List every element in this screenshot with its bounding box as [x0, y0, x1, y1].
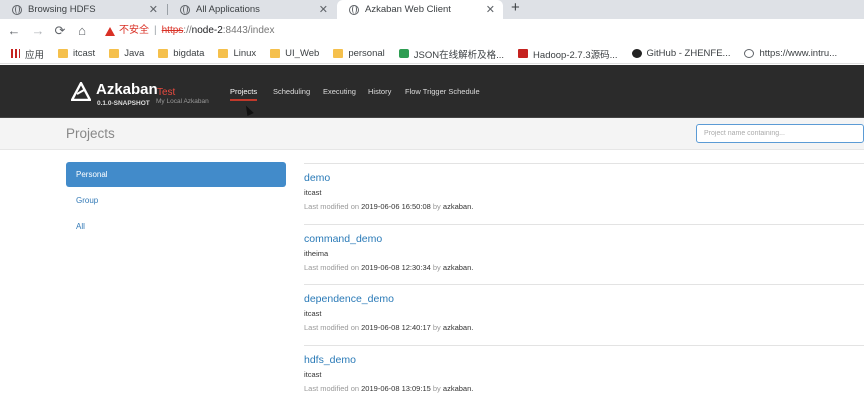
bookmark-intru[interactable]: https://www.intru...: [744, 48, 837, 59]
project-modified: Last modified on 2019-06-08 12:30:34 by …: [304, 263, 864, 272]
bookmark-java[interactable]: Java: [109, 48, 144, 59]
environment-label: Test: [157, 87, 175, 98]
apps-grid-icon: [11, 49, 20, 58]
tab-all-applications[interactable]: All Applications ✕: [168, 0, 336, 19]
project-modified: Last modified on 2019-06-08 13:09:15 by …: [304, 384, 864, 393]
project-modified: Last modified on 2019-06-06 16:50:08 by …: [304, 202, 864, 211]
bookmark-label: GitHub - ZHENFE...: [647, 48, 731, 59]
tab-azkaban-web-client[interactable]: Azkaban Web Client ✕: [337, 0, 503, 19]
version-label: 0.1.0-SNAPSHOT: [97, 100, 150, 107]
project-row: demo itcast Last modified on 2019-06-06 …: [304, 163, 864, 224]
globe-icon: [744, 49, 754, 58]
bookmark-itcast[interactable]: itcast: [58, 48, 95, 59]
url-scheme: https: [162, 21, 184, 41]
reload-icon[interactable]: ⟳: [52, 23, 68, 39]
project-name-link[interactable]: command_demo: [304, 233, 864, 246]
bookmark-label: JSON在线解析及格...: [414, 47, 504, 61]
project-row: dependence_demo itcast Last modified on …: [304, 284, 864, 345]
close-icon[interactable]: ✕: [319, 3, 328, 16]
bookmark-hadoop[interactable]: Hadoop-2.7.3源码...: [518, 47, 618, 61]
project-filter-list: Personal Group All: [66, 162, 286, 240]
filter-all[interactable]: All: [66, 214, 286, 239]
nav-executing[interactable]: Executing: [323, 87, 356, 96]
bookmark-label: 应用: [25, 47, 44, 61]
app-name[interactable]: Azkaban: [96, 81, 158, 98]
address-bar[interactable]: 不安全 | https :// node-2 :8443/index: [99, 21, 864, 41]
bookmark-label: Linux: [233, 48, 256, 59]
forward-arrow-icon[interactable]: →: [30, 23, 46, 39]
project-list: demo itcast Last modified on 2019-06-06 …: [304, 163, 864, 405]
tab-title: Azkaban Web Client: [365, 4, 451, 15]
folder-icon: [109, 49, 119, 58]
filter-group[interactable]: Group: [66, 188, 286, 213]
bookmark-label: https://www.intru...: [759, 48, 837, 59]
tab-title: Browsing HDFS: [28, 4, 96, 15]
bookmark-apps[interactable]: 应用: [11, 47, 44, 61]
url-separator: ://: [183, 21, 191, 41]
folder-icon: [270, 49, 280, 58]
project-modified: Last modified on 2019-06-08 12:40:17 by …: [304, 323, 864, 332]
browser-tab-strip: Browsing HDFS ✕ All Applications ✕ Azkab…: [0, 0, 864, 19]
bookmark-github[interactable]: GitHub - ZHENFE...: [632, 48, 731, 59]
globe-icon: [180, 5, 190, 15]
nav-projects[interactable]: Projects: [230, 87, 257, 101]
back-arrow-icon[interactable]: ←: [6, 23, 22, 39]
bookmark-label: bigdata: [173, 48, 204, 59]
project-name-link[interactable]: hdfs_demo: [304, 354, 864, 367]
project-search-input[interactable]: [696, 124, 864, 143]
project-name-link[interactable]: demo: [304, 172, 864, 185]
github-icon: [632, 49, 642, 58]
globe-icon: [12, 5, 22, 15]
bookmark-label: Hadoop-2.7.3源码...: [533, 47, 618, 61]
project-description: itheima: [304, 249, 864, 258]
project-row: hdfs_demo itcast Last modified on 2019-0…: [304, 345, 864, 405]
bookmark-label: itcast: [73, 48, 95, 59]
filter-personal[interactable]: Personal: [66, 162, 286, 187]
page-header: Projects: [0, 118, 864, 150]
new-tab-button[interactable]: +: [511, 0, 520, 16]
nav-flow-trigger-schedule[interactable]: Flow Trigger Schedule: [405, 87, 480, 96]
bookmark-label: Java: [124, 48, 144, 59]
project-row: command_demo itheima Last modified on 20…: [304, 224, 864, 285]
bookmark-personal[interactable]: personal: [333, 48, 384, 59]
app-header: Azkaban Test 0.1.0-SNAPSHOT My Local Azk…: [0, 65, 864, 118]
divider: |: [154, 21, 157, 41]
bookmark-bigdata[interactable]: bigdata: [158, 48, 204, 59]
tab-title: All Applications: [196, 4, 260, 15]
bookmark-linux[interactable]: Linux: [218, 48, 256, 59]
bookmarks-bar: 应用 itcast Java bigdata Linux UI_Web pers…: [0, 44, 864, 64]
project-description: itcast: [304, 370, 864, 379]
json-icon: [399, 49, 409, 58]
instance-subtitle: My Local Azkaban: [156, 98, 209, 105]
bookmark-label: personal: [348, 48, 384, 59]
folder-icon: [218, 49, 228, 58]
azkaban-logo-icon[interactable]: [71, 82, 91, 101]
bookmark-ui-web[interactable]: UI_Web: [270, 48, 319, 59]
hadoop-icon: [518, 49, 528, 58]
folder-icon: [333, 49, 343, 58]
nav-history[interactable]: History: [368, 87, 391, 96]
nav-scheduling[interactable]: Scheduling: [273, 87, 310, 96]
page-title: Projects: [66, 126, 115, 141]
project-description: itcast: [304, 309, 864, 318]
home-icon[interactable]: ⌂: [74, 23, 90, 39]
globe-icon: [349, 5, 359, 15]
project-description: itcast: [304, 188, 864, 197]
close-icon[interactable]: ✕: [486, 3, 495, 16]
warning-icon: [105, 27, 115, 36]
tab-browsing-hdfs[interactable]: Browsing HDFS ✕: [0, 0, 166, 19]
url-path: :8443/index: [223, 21, 275, 41]
bookmark-label: UI_Web: [285, 48, 319, 59]
project-name-link[interactable]: dependence_demo: [304, 293, 864, 306]
bookmark-json[interactable]: JSON在线解析及格...: [399, 47, 504, 61]
security-status: 不安全: [119, 21, 149, 41]
url-host: node-2: [192, 21, 223, 41]
folder-icon: [58, 49, 68, 58]
folder-icon: [158, 49, 168, 58]
close-icon[interactable]: ✕: [149, 3, 158, 16]
address-bar-row: ← → ⟳ ⌂ 不安全 | https :// node-2 :8443/ind…: [0, 19, 864, 44]
